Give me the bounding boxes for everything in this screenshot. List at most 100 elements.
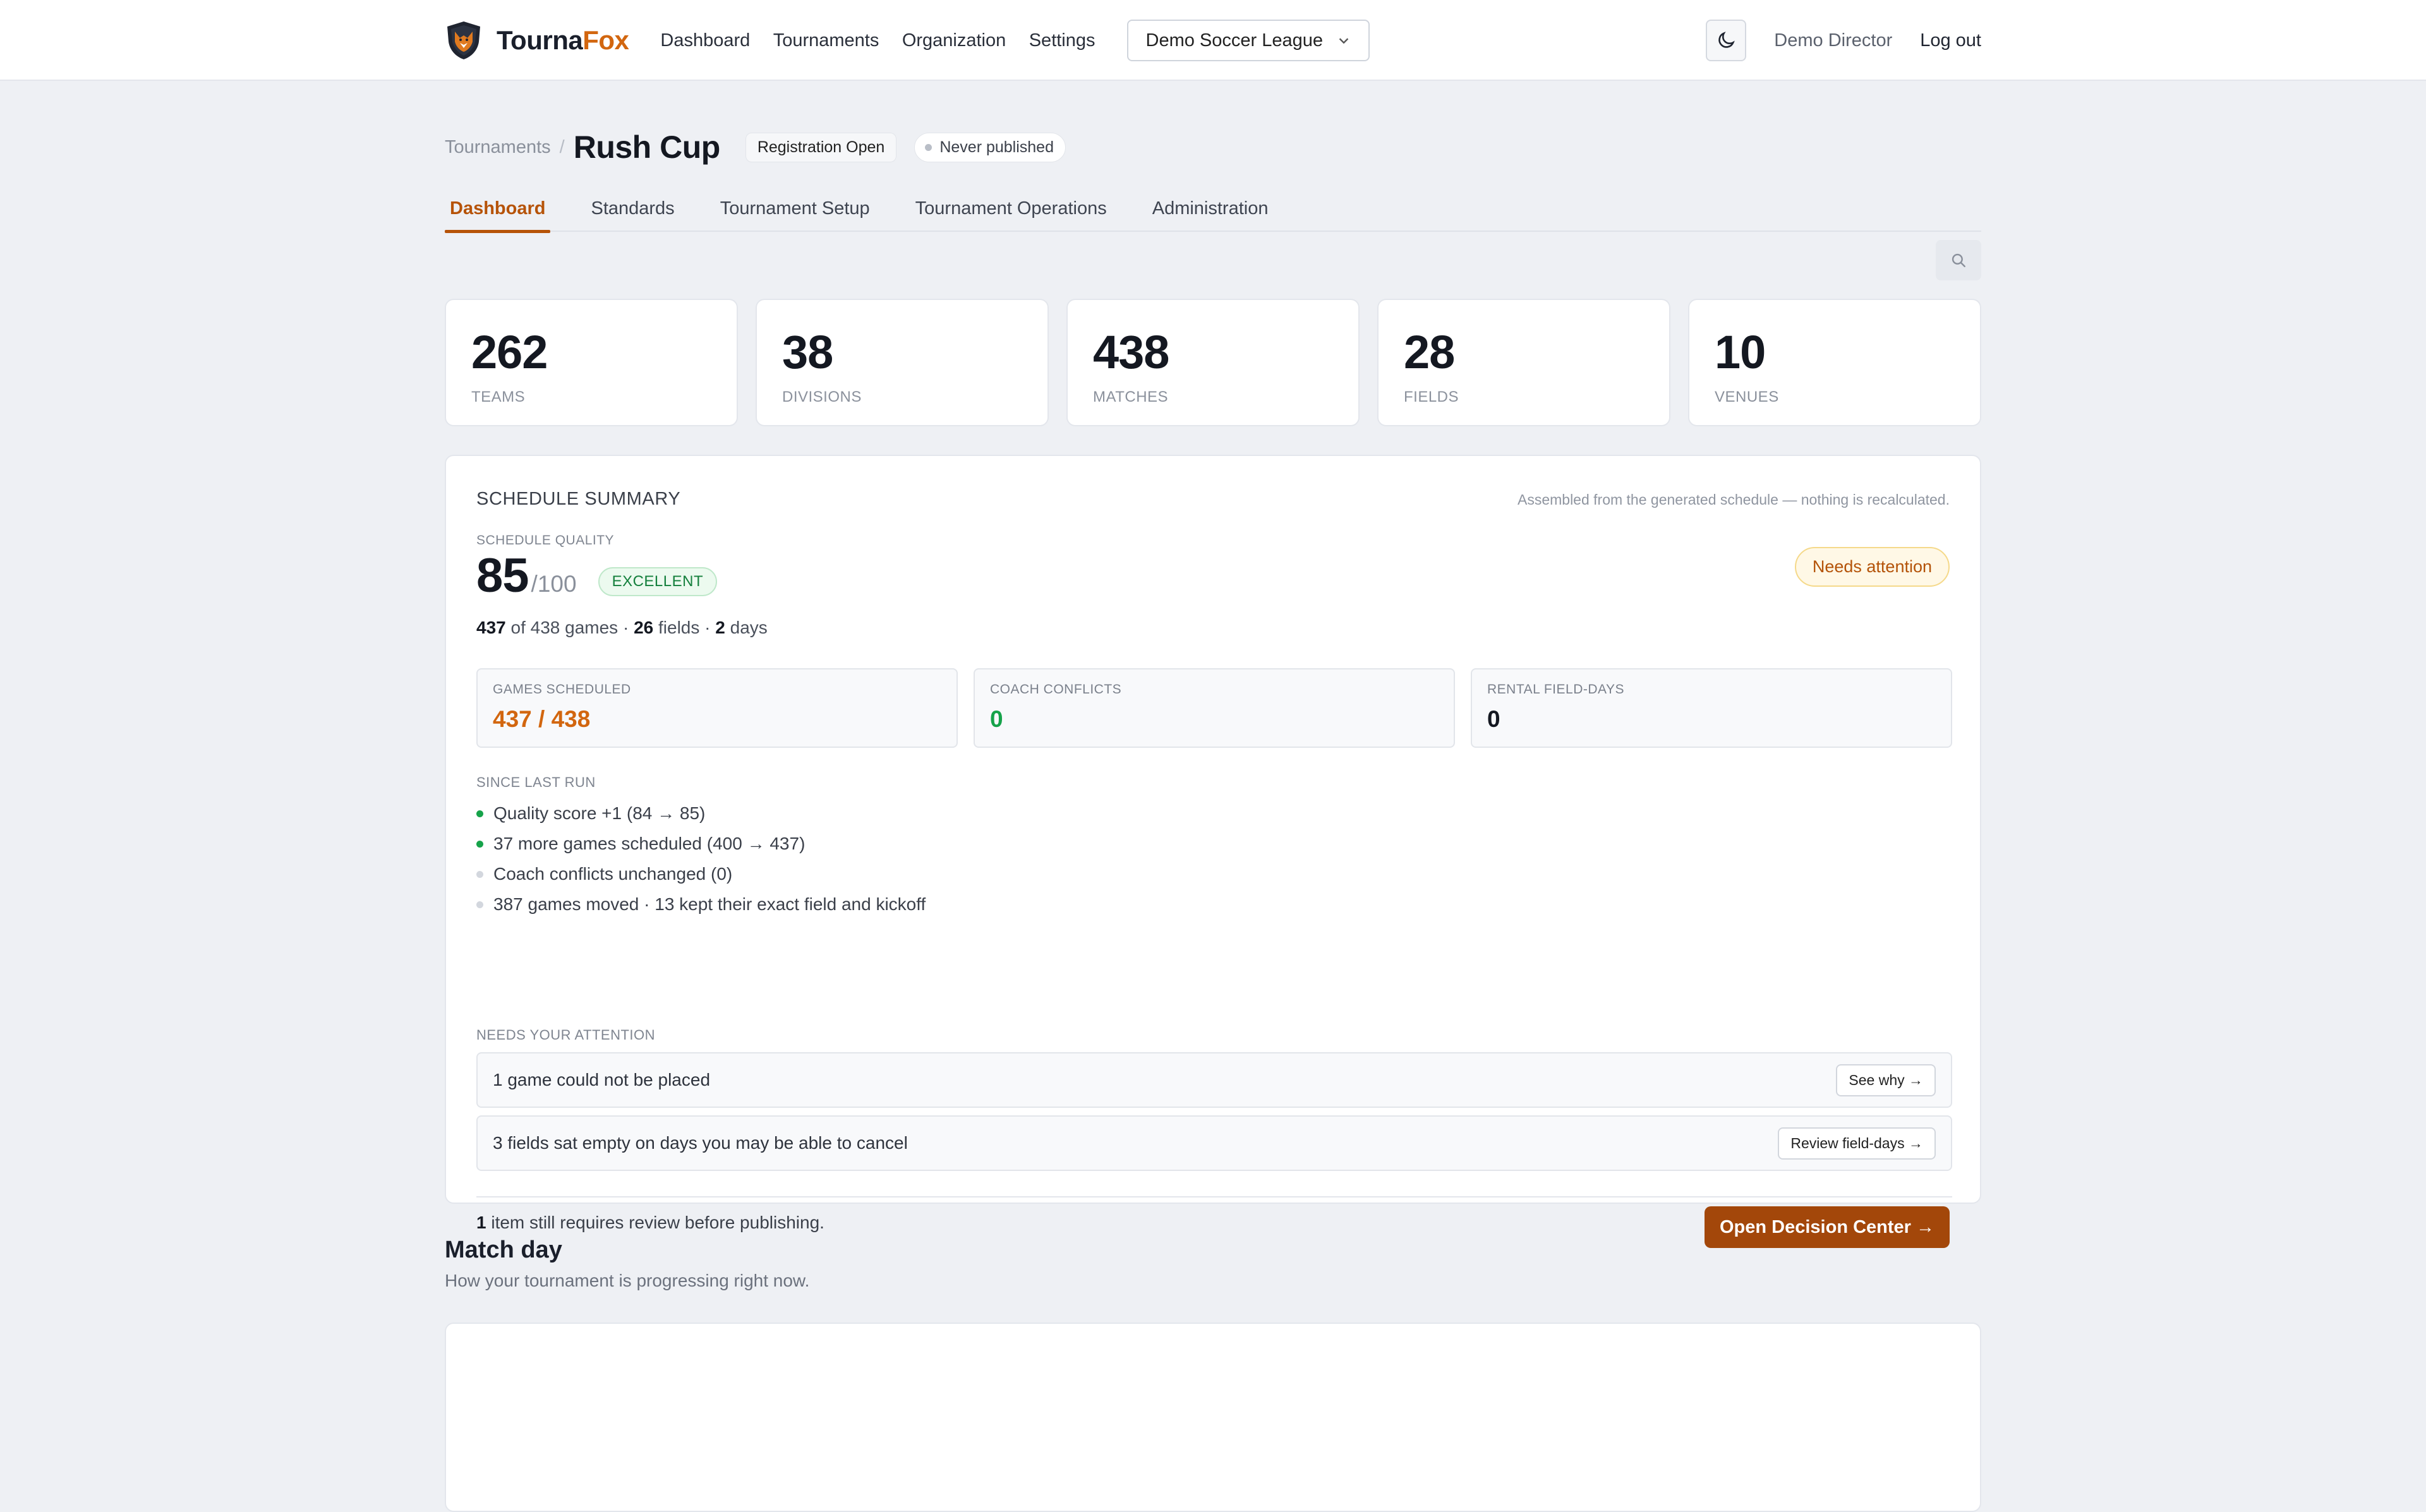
card-note: Assembled from the generated schedule — … (1517, 491, 1950, 508)
stats-row: 262 TEAMS 38 DIVISIONS 438 MATCHES 28 FI… (445, 299, 1981, 426)
quality-score-max: /100 (531, 571, 577, 597)
list-item-text: Quality score +1 (84 → 85) (493, 803, 706, 823)
stat-value: 10 (1715, 326, 1766, 378)
search-button[interactable] (1936, 240, 1981, 280)
stat-card-venues[interactable]: 10 VENUES (1688, 299, 1981, 426)
stat-card-fields[interactable]: 28 FIELDS (1377, 299, 1670, 426)
metric-value: 0 (1487, 706, 1500, 732)
match-day-card (445, 1323, 1981, 1512)
logout-button[interactable]: Log out (1920, 30, 1981, 51)
review-text: item still requires review before publis… (491, 1213, 824, 1232)
registration-status-badge: Registration Open (745, 132, 897, 162)
separator: · (704, 618, 711, 637)
schedule-quality-label: SCHEDULE QUALITY (476, 533, 615, 548)
metric-value: 437 / 438 (493, 706, 591, 732)
divider (476, 1196, 1952, 1197)
brand-part-2: Fox (582, 25, 629, 55)
days-count: 2 (715, 618, 725, 637)
status-dot-icon (925, 143, 932, 151)
see-why-button[interactable]: See why → (1836, 1064, 1936, 1096)
stat-value: 28 (1404, 326, 1455, 378)
user-name[interactable]: Demo Director (1774, 30, 1892, 51)
since-last-run-list: Quality score +1 (84 → 85) 37 more games… (476, 798, 926, 920)
match-day-subtitle: How your tournament is progressing right… (445, 1271, 810, 1290)
separator: · (622, 618, 629, 637)
metric-label: COACH CONFLICTS (990, 682, 1122, 697)
brand-name[interactable]: TournaFox (497, 25, 629, 56)
issue-text: 1 game could not be placed (493, 1070, 711, 1089)
stat-label: TEAMS (471, 388, 526, 405)
nav-settings[interactable]: Settings (1029, 30, 1095, 51)
since-last-run-label: SINCE LAST RUN (476, 774, 596, 790)
card-title: SCHEDULE SUMMARY (476, 489, 681, 509)
breadcrumb-tournaments[interactable]: Tournaments (445, 137, 551, 158)
tab-tournament-operations[interactable]: Tournament Operations (910, 185, 1112, 232)
quality-badge: EXCELLENT (598, 567, 718, 596)
positive-dot-icon (476, 840, 483, 848)
top-bar: TournaFox Dashboard Tournaments Organiza… (0, 0, 2426, 81)
issue-row-empty-fields: 3 fields sat empty on days you may be ab… (476, 1115, 1952, 1171)
stat-label: VENUES (1715, 388, 1779, 405)
page-title: Rush Cup (573, 129, 721, 165)
list-item: Quality score +1 (84 → 85) (476, 798, 926, 829)
stat-label: MATCHES (1093, 388, 1169, 405)
fox-shield-logo[interactable] (445, 20, 483, 61)
stat-card-teams[interactable]: 262 TEAMS (445, 299, 738, 426)
tournament-tabs: Dashboard Standards Tournament Setup Tou… (445, 185, 1981, 233)
metric-value: 0 (990, 706, 1003, 732)
stat-value: 262 (471, 326, 548, 378)
main-nav: Dashboard Tournaments Organization Setti… (660, 30, 1115, 51)
fields-text: fields (658, 618, 700, 637)
metric-coach-conflicts: COACH CONFLICTS 0 (974, 668, 1455, 748)
review-count: 1 (476, 1213, 486, 1232)
stat-value: 438 (1093, 326, 1169, 378)
brand-part-1: Tourna (497, 25, 583, 55)
list-item-text: Coach conflicts unchanged (0) (493, 864, 733, 884)
top-bar-inner: TournaFox Dashboard Tournaments Organiza… (445, 0, 1981, 81)
chevron-down-icon (1339, 38, 1349, 44)
needs-attention-label: NEEDS YOUR ATTENTION (476, 1027, 656, 1043)
metric-games-scheduled: GAMES SCHEDULED 437 / 438 (476, 668, 958, 748)
search-icon (1952, 253, 1965, 267)
moon-icon (1718, 32, 1735, 48)
schedule-summary-card: SCHEDULE SUMMARY Assembled from the gene… (445, 455, 1981, 1248)
stat-card-matches[interactable]: 438 MATCHES (1066, 299, 1360, 426)
schedule-quality-row: 85 /100 EXCELLENT (476, 549, 718, 603)
organization-select[interactable]: Demo Soccer League (1126, 20, 1370, 61)
open-decision-center-button[interactable]: Open Decision Center → (1704, 1206, 1950, 1248)
stat-label: FIELDS (1404, 388, 1459, 405)
metric-label: RENTAL FIELD-DAYS (1487, 682, 1624, 697)
needs-attention-badge: Needs attention (1794, 547, 1950, 587)
publish-status-badge: Never published (914, 132, 1066, 162)
days-text: days (730, 618, 768, 637)
tab-administration[interactable]: Administration (1147, 185, 1274, 232)
metric-label: GAMES SCHEDULED (493, 682, 631, 697)
tab-tournament-setup[interactable]: Tournament Setup (715, 185, 875, 232)
breadcrumb-separator: / (559, 136, 565, 157)
metrics-row: GAMES SCHEDULED 437 / 438 COACH CONFLICT… (476, 668, 1952, 748)
quality-score: 85 (476, 549, 529, 603)
list-item-text: 387 games moved · 13 kept their exact fi… (493, 894, 926, 914)
review-footer-text: 1 item still requires review before publ… (476, 1213, 824, 1233)
tab-standards[interactable]: Standards (586, 185, 679, 232)
tab-dashboard[interactable]: Dashboard (445, 185, 551, 233)
theme-toggle-button[interactable] (1706, 20, 1747, 61)
nav-organization[interactable]: Organization (902, 30, 1006, 51)
breadcrumb: Tournaments / Rush Cup Registration Open… (445, 122, 1066, 172)
nav-tournaments[interactable]: Tournaments (773, 30, 879, 51)
stat-value: 38 (782, 326, 833, 378)
stat-label: DIVISIONS (782, 388, 862, 405)
match-day-title: Match day (445, 1237, 562, 1263)
neutral-dot-icon (476, 870, 483, 878)
list-item: Coach conflicts unchanged (0) (476, 859, 926, 889)
metric-rental-field-days: RENTAL FIELD-DAYS 0 (1471, 668, 1952, 748)
organization-select-value: Demo Soccer League (1145, 30, 1324, 51)
nav-dashboard[interactable]: Dashboard (660, 30, 750, 51)
games-total-text: of 438 games (510, 618, 619, 637)
positive-dot-icon (476, 810, 483, 817)
games-scheduled-count: 437 (476, 618, 506, 637)
review-field-days-button[interactable]: Review field-days → (1778, 1127, 1936, 1160)
fields-count: 26 (634, 618, 654, 637)
top-bar-right: Demo Director Log out (1706, 20, 1981, 61)
stat-card-divisions[interactable]: 38 DIVISIONS (756, 299, 1049, 426)
